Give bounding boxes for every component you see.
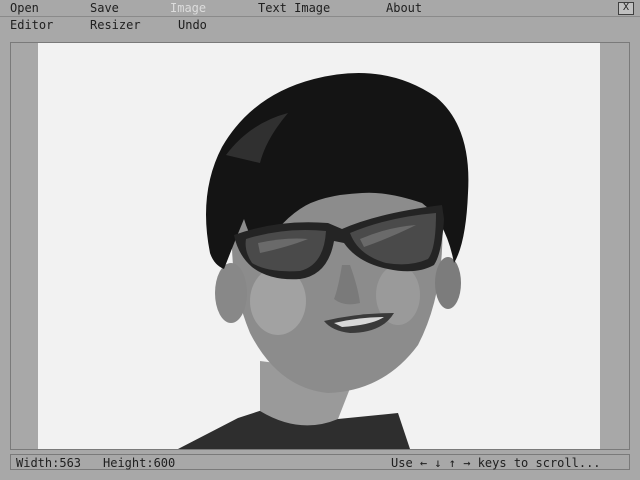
menu-image[interactable]: Image [170,1,206,15]
portrait-photo-icon [178,73,469,449]
menu-about[interactable]: About [386,1,422,15]
image-viewport[interactable] [38,43,600,449]
toolbar-row: Editor Resizer Undo [0,17,640,32]
close-button[interactable]: X [618,2,634,15]
menu-bar: Open Save Image Text Image About X [0,0,640,17]
height-readout: Height:600 [103,456,176,470]
status-bar: Width:563 Height:600 Use ← ↓ ↑ → keys to… [10,454,630,470]
width-readout: Width:563 [16,456,82,470]
menu-resizer[interactable]: Resizer [90,18,141,32]
menu-editor[interactable]: Editor [10,18,53,32]
menu-text-image[interactable]: Text Image [258,1,330,15]
close-icon: X [622,2,630,13]
menu-save[interactable]: Save [90,1,119,15]
menu-open[interactable]: Open [10,1,39,15]
scroll-hint: Use ← ↓ ↑ → keys to scroll... [391,456,601,470]
menu-undo[interactable]: Undo [178,18,207,32]
